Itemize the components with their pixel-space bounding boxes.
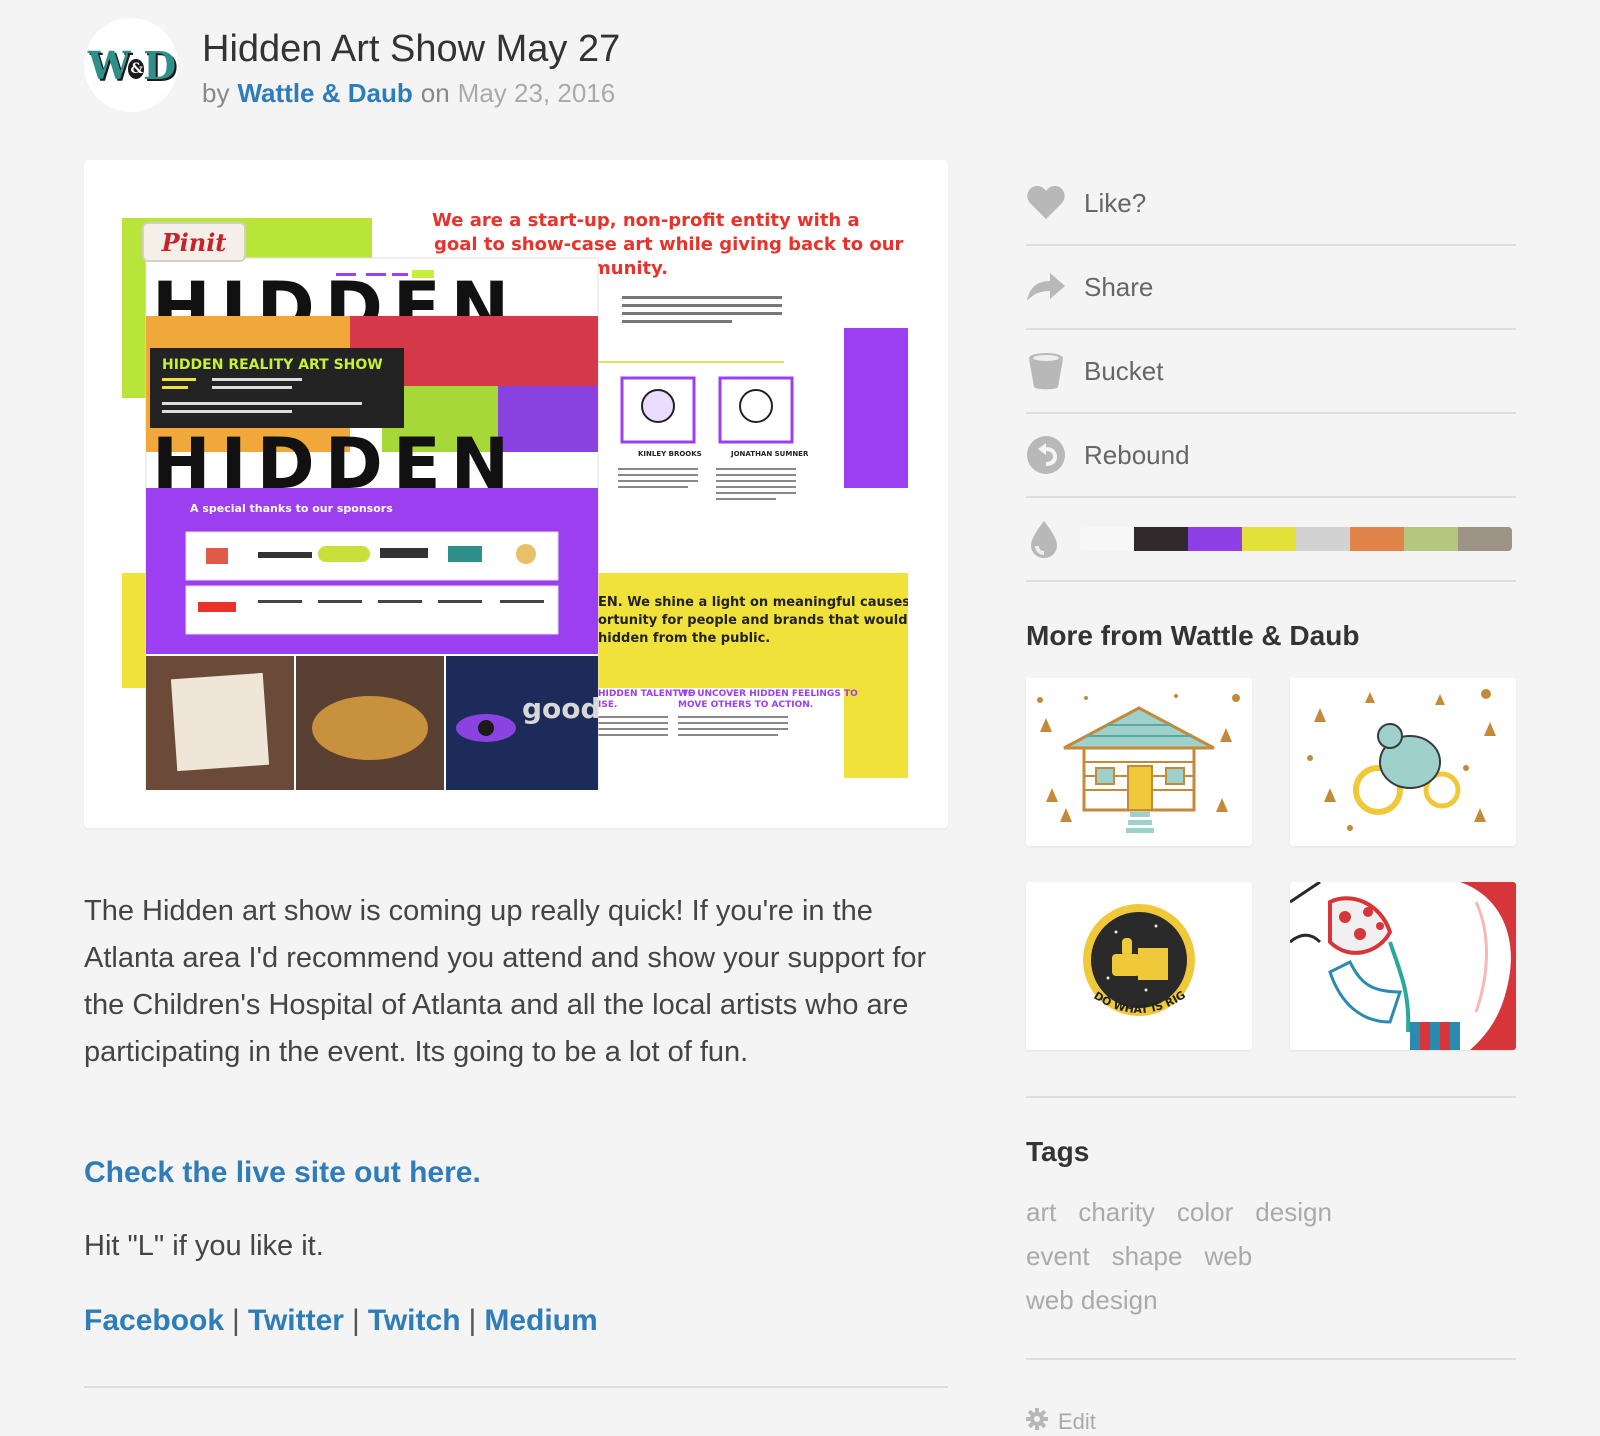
separator: | bbox=[351, 1304, 360, 1337]
color-swatch[interactable] bbox=[1242, 527, 1296, 551]
twitter-link[interactable]: Twitter bbox=[248, 1304, 344, 1337]
tags-title: Tags bbox=[1026, 1136, 1090, 1167]
like-hint: Hit "L" if you like it. bbox=[84, 1230, 324, 1262]
like-action[interactable]: Like? bbox=[1026, 162, 1516, 246]
share-arrow-icon bbox=[1026, 267, 1066, 307]
pin-it-button[interactable]: Pinit bbox=[142, 222, 246, 262]
divider bbox=[1026, 1358, 1516, 1360]
mock-feelings-1: WE UNCOVER HIDDEN FEELINGS TO bbox=[678, 689, 858, 699]
cabin-illustration bbox=[1026, 678, 1252, 846]
mock-person-1: KINLEY BROOKS bbox=[638, 450, 702, 458]
bucket-icon bbox=[1026, 351, 1066, 391]
shot-description: The Hidden art show is coming up really … bbox=[84, 895, 927, 1068]
color-swatch[interactable] bbox=[1404, 527, 1458, 551]
color-palette-row bbox=[1026, 498, 1516, 582]
more-from-title: More from Wattle & Daub bbox=[1026, 620, 1360, 651]
mock-talent-2: ISE. bbox=[598, 700, 617, 710]
mock-headline-2: goal to show-case art while giving back … bbox=[434, 234, 904, 255]
color-drop-icon bbox=[1026, 519, 1062, 559]
on-label: on bbox=[420, 78, 450, 108]
medium-link[interactable]: Medium bbox=[484, 1304, 597, 1337]
mock-headline-3: munity. bbox=[592, 258, 668, 279]
facebook-link[interactable]: Facebook bbox=[84, 1304, 224, 1337]
mock-show-title: HIDDEN REALITY ART SHOW bbox=[162, 357, 383, 373]
divider bbox=[84, 1386, 948, 1388]
author-link[interactable]: Wattle & Daub bbox=[237, 78, 412, 108]
color-swatch[interactable] bbox=[1458, 527, 1512, 551]
by-label: by bbox=[202, 78, 230, 108]
polka-dot-character-illustration bbox=[1290, 882, 1516, 1050]
tag-design[interactable]: design bbox=[1255, 1190, 1332, 1234]
rebound-label: Rebound bbox=[1084, 439, 1190, 470]
tag-art[interactable]: art bbox=[1026, 1190, 1056, 1234]
separator: | bbox=[232, 1304, 240, 1337]
color-swatch[interactable] bbox=[1296, 527, 1350, 551]
color-swatch[interactable] bbox=[1134, 527, 1188, 551]
author-avatar[interactable]: W &D bbox=[84, 18, 178, 112]
edit-link[interactable]: Edit bbox=[1026, 1408, 1516, 1436]
color-swatch[interactable] bbox=[1080, 527, 1134, 551]
heart-icon bbox=[1026, 183, 1066, 223]
shot-image[interactable]: Pinit We are a start-up, non-profit enti… bbox=[122, 198, 908, 790]
tag-list: art charity color design event shape web web de… bbox=[1026, 1190, 1426, 1322]
mock-shine-2: ortunity for people and brands that woul… bbox=[598, 613, 908, 628]
mock-shine-3: hidden from the public. bbox=[598, 631, 770, 646]
more-shot-character[interactable] bbox=[1290, 882, 1516, 1050]
more-shot-cabin[interactable] bbox=[1026, 678, 1252, 846]
bucket-label: Bucket bbox=[1084, 355, 1164, 386]
tag-shape[interactable]: shape bbox=[1112, 1234, 1183, 1278]
bear-on-bike-illustration bbox=[1290, 678, 1516, 846]
color-swatch[interactable] bbox=[1350, 527, 1404, 551]
share-action[interactable]: Share bbox=[1026, 246, 1516, 330]
shot-title: Hidden Art Show May 27 bbox=[202, 28, 621, 70]
divider bbox=[1026, 1096, 1516, 1098]
tag-event[interactable]: event bbox=[1026, 1234, 1090, 1278]
tag-charity[interactable]: charity bbox=[1078, 1190, 1155, 1234]
bucket-action[interactable]: Bucket bbox=[1026, 330, 1516, 414]
gear-icon bbox=[1026, 1408, 1048, 1436]
tag-web[interactable]: web bbox=[1204, 1234, 1252, 1278]
do-what-is-right-always-badge: DO WHAT IS RIGHT ALWAYS bbox=[1026, 882, 1252, 1050]
shot-date: May 23, 2016 bbox=[457, 78, 616, 108]
rebound-icon bbox=[1026, 435, 1066, 475]
byline: by Wattle & Daub on May 23, 2016 bbox=[202, 78, 615, 109]
separator: | bbox=[468, 1304, 477, 1337]
mock-person-2: JONATHAN SUMNER bbox=[730, 450, 809, 458]
more-shot-badge[interactable]: DO WHAT IS RIGHT ALWAYS bbox=[1026, 882, 1252, 1050]
tag-color[interactable]: color bbox=[1177, 1190, 1233, 1234]
mock-headline-1: We are a start-up, non-profit entity wit… bbox=[432, 210, 860, 231]
shot-header: W &D Hidden Art Show May 27 by Wattle & Da… bbox=[84, 18, 984, 114]
live-site-link[interactable]: Check the live site out here. bbox=[84, 1156, 481, 1190]
color-palette bbox=[1080, 527, 1512, 551]
mock-good-text: good bbox=[522, 692, 601, 725]
shot-card: Pinit We are a start-up, non-profit enti… bbox=[84, 160, 948, 828]
color-swatch[interactable] bbox=[1188, 527, 1242, 551]
more-shot-bear[interactable] bbox=[1290, 678, 1516, 846]
edit-label: Edit bbox=[1058, 1409, 1096, 1434]
twitch-link[interactable]: Twitch bbox=[368, 1304, 461, 1337]
mock-feelings-2: MOVE OTHERS TO ACTION. bbox=[678, 700, 813, 710]
sidebar: Like? Share Bucket Rebound More from Wat… bbox=[1026, 162, 1516, 1436]
share-label: Share bbox=[1084, 271, 1154, 302]
social-links: Facebook | Twitter | Twitch | Medium bbox=[84, 1304, 598, 1338]
avatar-logo: W &D bbox=[87, 42, 176, 88]
like-label: Like? bbox=[1084, 187, 1147, 218]
more-shots-grid: DO WHAT IS RIGHT ALWAYS bbox=[1026, 678, 1516, 1050]
rebound-action[interactable]: Rebound bbox=[1026, 414, 1516, 498]
tag-web-design[interactable]: web design bbox=[1026, 1278, 1158, 1322]
mock-shine-1: EN. We shine a light on meaningful cause… bbox=[598, 595, 908, 610]
website-mockup-illustration: We are a start-up, non-profit entity wit… bbox=[122, 198, 908, 790]
mock-sponsors-heading: A special thanks to our sponsors bbox=[190, 502, 393, 515]
